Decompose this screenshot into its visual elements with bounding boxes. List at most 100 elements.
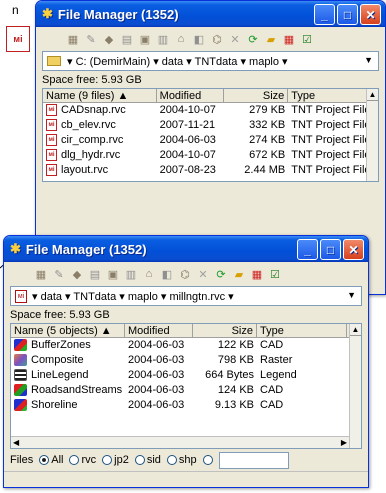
item-modified: 2004-06-03 <box>159 133 216 146</box>
chevron-down-icon[interactable]: ▼ <box>364 55 373 65</box>
refresh-icon[interactable]: ⟳ <box>214 267 228 281</box>
folder-icon <box>47 56 61 66</box>
list-item[interactable]: RoadsandStreams 2004-06-03 124 KB CAD <box>11 382 361 397</box>
list-item[interactable]: Shoreline 2004-06-03 9.13 KB CAD <box>11 397 361 412</box>
minimize-button[interactable]: _ <box>297 239 318 260</box>
tool-icon[interactable]: ▤ <box>120 32 134 46</box>
minimize-button[interactable]: _ <box>314 4 335 25</box>
scroll-up-icon[interactable]: ▲ <box>350 324 361 336</box>
toolbar: ▦ ✎ ◆ ▤ ▣ ▥ ⌂ ◧ ⌬ ✕ ⟳ ▰ ▦ ☑ <box>4 262 368 286</box>
tool-icon[interactable]: ◆ <box>102 32 116 46</box>
tool-icon[interactable]: ⌂ <box>142 267 156 281</box>
refresh-icon[interactable]: ⟳ <box>246 32 260 46</box>
tool-icon[interactable]: ✎ <box>52 267 66 281</box>
item-name: Shoreline <box>31 398 78 411</box>
item-name: LineLegend <box>31 368 89 381</box>
list-item[interactable]: мі CADsnap.rvc 2004-10-07 279 KB TNT Proj… <box>43 103 378 118</box>
new-folder-icon[interactable]: ▰ <box>232 267 246 281</box>
tool-icon[interactable]: ⌬ <box>178 267 192 281</box>
scroll-up-icon[interactable]: ▲ <box>367 89 378 101</box>
title-bar[interactable]: ✱ File Manager (1352) _ □ ✕ <box>36 1 385 27</box>
tool-icon[interactable]: ◧ <box>160 267 174 281</box>
list-item[interactable]: мі cb_elev.rvc 2007-11-21 332 KB TNT Proj… <box>43 118 378 133</box>
maximize-button[interactable]: □ <box>337 4 358 25</box>
tool-icon[interactable]: ▦ <box>34 267 48 281</box>
filter-sid[interactable]: sid <box>134 454 161 466</box>
list-item[interactable]: LineLegend 2004-06-03 664 Bytes Legend <box>11 368 361 383</box>
delete-icon[interactable]: ✕ <box>228 32 242 46</box>
radio-icon[interactable] <box>102 455 113 465</box>
column-header-type[interactable]: Type <box>257 324 347 337</box>
radio-icon[interactable] <box>134 455 145 465</box>
custom-filter-input[interactable] <box>218 451 289 469</box>
item-type: TNT Project File <box>291 163 371 176</box>
tool-icon[interactable]: ▥ <box>124 267 138 281</box>
list-item[interactable]: Composite 2004-06-03 798 KB Raster <box>11 353 361 368</box>
tool-icon[interactable]: ▣ <box>138 32 152 46</box>
item-type: TNT Project File <box>291 119 371 132</box>
column-header-size[interactable]: Size <box>193 324 257 337</box>
tool-icon[interactable]: ▣ <box>106 267 120 281</box>
close-button[interactable]: ✕ <box>360 4 381 25</box>
chevron-down-icon[interactable]: ▼ <box>347 290 356 300</box>
path-selector[interactable]: мі ▾ data ▾ TNTdata ▾ maplo ▾ millngtn.r… <box>10 286 362 306</box>
filter-all[interactable]: All <box>39 454 63 466</box>
filter-label: jp2 <box>114 454 129 466</box>
filter-jp2[interactable]: jp2 <box>102 454 129 466</box>
item-type: CAD <box>260 339 284 352</box>
scroll-right-icon[interactable]: ▶ <box>341 437 347 448</box>
filter-shp[interactable]: shp <box>166 454 197 466</box>
column-header-size[interactable]: Size <box>224 89 289 102</box>
path-selector[interactable]: ▾ C: (DemirMain) ▾ data ▾ TNTdata ▾ mapl… <box>42 51 379 71</box>
tool-icon[interactable]: ◧ <box>192 32 206 46</box>
list-item[interactable]: BufferZones 2004-06-03 122 KB CAD <box>11 338 361 353</box>
scroll-left-icon[interactable]: ◀ <box>13 437 19 448</box>
radio-icon[interactable] <box>202 455 213 465</box>
column-header-modified[interactable]: Modified <box>157 89 225 102</box>
tool-icon[interactable]: ▦ <box>66 32 80 46</box>
item-size: 124 KB <box>217 383 254 396</box>
filter-label: shp <box>178 454 197 466</box>
vertical-scrollbar[interactable]: ▲ <box>349 324 361 448</box>
delete-icon[interactable]: ✕ <box>196 267 210 281</box>
rvc-file-icon: мі <box>46 133 57 146</box>
radio-icon[interactable] <box>39 455 50 465</box>
item-modified: 2004-06-03 <box>128 339 185 352</box>
column-header-type[interactable]: Type <box>288 89 378 102</box>
tool-icon[interactable]: ▥ <box>156 32 170 46</box>
filter-rvc[interactable]: rvc <box>69 454 96 466</box>
column-header-modified[interactable]: Modified <box>125 324 193 337</box>
radio-icon[interactable] <box>166 455 177 465</box>
check-icon[interactable]: ☑ <box>268 267 282 281</box>
horizontal-scrollbar[interactable]: ◀ ▶ <box>11 436 349 448</box>
item-size: 2.44 MB <box>244 163 286 176</box>
check-icon[interactable]: ☑ <box>300 32 314 46</box>
list-header: Name (9 files) ▲ Modified Size Type <box>43 89 378 103</box>
column-header-name[interactable]: Name (5 objects) ▲ <box>11 324 125 337</box>
view-options-icon[interactable]: ▦ <box>282 32 296 46</box>
rvc-file-icon: мі <box>15 289 27 303</box>
list-item[interactable]: мі cir_comp.rvc 2004-06-03 274 KB TNT Pro… <box>43 133 378 148</box>
radio-icon[interactable] <box>69 455 80 465</box>
maximize-button[interactable]: □ <box>320 239 341 260</box>
view-options-icon[interactable]: ▦ <box>250 267 264 281</box>
filter-label: All <box>51 454 64 466</box>
title-bar[interactable]: ✱ File Manager (1352) _ □ ✕ <box>4 236 368 262</box>
tool-icon[interactable]: ✎ <box>84 32 98 46</box>
vertical-scrollbar[interactable]: ▲ <box>366 89 378 181</box>
item-type: Legend <box>260 368 297 381</box>
tool-icon[interactable]: ◆ <box>70 267 84 281</box>
close-button[interactable]: ✕ <box>343 239 364 260</box>
tool-icon[interactable]: ▤ <box>88 267 102 281</box>
filter-custom[interactable] <box>202 455 213 465</box>
item-name: layout.rvc <box>61 163 109 176</box>
rvc-file-large-icon: мі <box>6 26 30 52</box>
item-modified: 2007-11-21 <box>159 119 216 132</box>
tool-icon[interactable]: ⌬ <box>210 32 224 46</box>
tnt-app-icon: ✱ <box>10 241 21 256</box>
list-item[interactable]: мі layout.rvc 2007-08-23 2.44 MB TNT Proj… <box>43 162 378 177</box>
tool-icon[interactable]: ⌂ <box>174 32 188 46</box>
list-item[interactable]: мі dlg_hydr.rvc 2004-10-07 672 KB TNT Pro… <box>43 147 378 162</box>
column-header-name[interactable]: Name (9 files) ▲ <box>43 89 157 102</box>
new-folder-icon[interactable]: ▰ <box>264 32 278 46</box>
